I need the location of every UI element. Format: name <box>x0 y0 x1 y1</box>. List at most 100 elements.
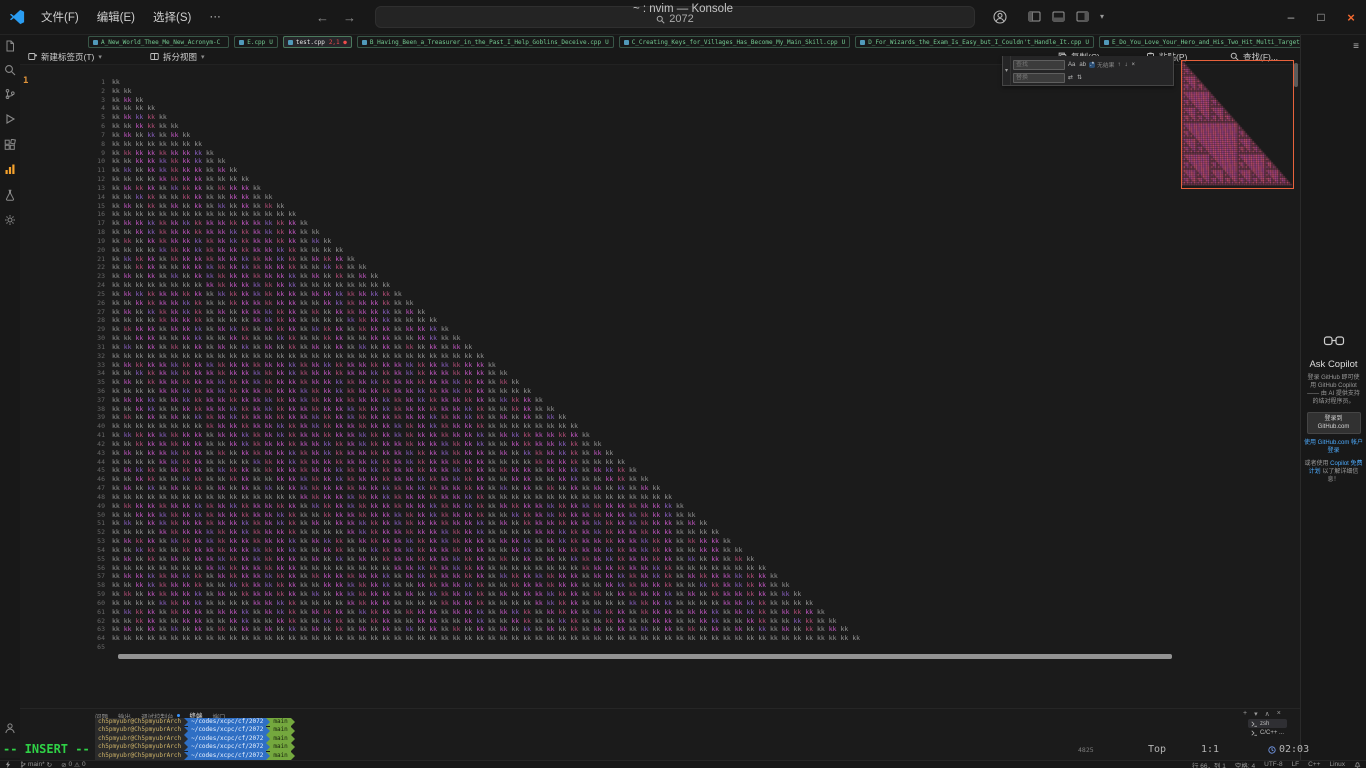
tab-file-d[interactable]: D_For_Wizards_the_Exam_Is_Easy_but_I_Cou… <box>855 36 1094 48</box>
replace-one-icon[interactable]: ⇄ <box>1067 74 1074 81</box>
find-toggle-replace-icon[interactable]: ▾ <box>1003 56 1011 85</box>
search-icon[interactable] <box>4 64 16 76</box>
replace-all-icon[interactable]: ⇅ <box>1076 74 1083 81</box>
vim-mode-indicator: -- INSERT -- <box>0 740 94 758</box>
editor-line: 45kk kk kk kk kk kk kk kk kk kk kk kk kk… <box>76 466 864 475</box>
tab-strip: A_New_World_Thee_Me_New_Acronym-C E.cppU… <box>20 35 1300 49</box>
hamburger-menu-icon[interactable]: ≡ <box>1353 41 1359 52</box>
extensions-icon[interactable] <box>4 139 16 151</box>
menu-more[interactable]: ··· <box>200 8 230 26</box>
leetcode-chart-icon[interactable] <box>4 163 16 175</box>
vim-meta: 4825 <box>1078 746 1094 754</box>
minimize-button[interactable]: – <box>1276 0 1306 34</box>
github-signin-link[interactable]: 使用 GitHub.com 帐户登录 <box>1301 434 1366 455</box>
editor-line: 43kk kk kk kk kk kk kk kk kk kk kk kk kk… <box>76 449 864 458</box>
explorer-icon[interactable] <box>4 40 16 52</box>
editor-line: 8kk kk kk kk kk kk kk kk <box>76 140 864 149</box>
settings-gear-icon[interactable] <box>4 214 16 226</box>
account-icon[interactable] <box>993 10 1007 24</box>
editor-line: 59kk kk kk kk kk kk kk kk kk kk kk kk kk… <box>76 590 864 599</box>
editor-line: 51kk kk kk kk kk kk kk kk kk kk kk kk kk… <box>76 519 864 528</box>
command-center[interactable]: 2072 <box>375 6 975 28</box>
terminal-list-item-cpp[interactable]: C/C++ ... <box>1248 728 1287 737</box>
regex-toggle[interactable]: .* <box>1089 62 1095 68</box>
sync-icon: ↻ <box>47 761 52 768</box>
whole-word-toggle[interactable]: ab <box>1078 62 1087 68</box>
indentation-indicator[interactable]: 空格: 4 <box>1235 760 1255 768</box>
tab-file-a[interactable]: A_New_World_Thee_Me_New_Acronym-C <box>88 36 229 48</box>
editor-line: 5kk kk kk kk kk <box>76 113 864 122</box>
editor-line: 18kk kk kk kk kk kk kk kk kk kk kk kk kk… <box>76 228 864 237</box>
vertical-scrollbar-thumb[interactable] <box>1294 63 1298 87</box>
panel-activity-dot <box>177 714 180 717</box>
back-icon[interactable]: ← <box>316 10 329 25</box>
editor-line: 33kk kk kk kk kk kk kk kk kk kk kk kk kk… <box>76 361 864 370</box>
menu-file[interactable]: 文件(F) <box>32 6 88 28</box>
editor-line: 17kk kk kk kk kk kk kk kk kk kk kk kk kk… <box>76 219 864 228</box>
close-panel-icon[interactable]: × <box>1277 710 1281 718</box>
minimap[interactable] <box>1181 60 1294 194</box>
run-debug-icon[interactable] <box>4 113 16 125</box>
notifications-bell-icon[interactable] <box>1354 761 1361 768</box>
find-close-icon[interactable]: × <box>1130 62 1136 68</box>
warning-icon: ⚠ <box>74 761 80 768</box>
screen: 文件(F) 编辑(E) 选择(S) ··· ← → 2072 ~ : nvim … <box>0 0 1366 768</box>
cpp-icon <box>239 40 244 45</box>
editor-line: 29kk kk kk kk kk kk kk kk kk kk kk kk kk… <box>76 325 864 334</box>
match-case-toggle[interactable]: Aa <box>1067 62 1076 68</box>
remote-indicator[interactable] <box>5 761 11 768</box>
editor-line: 52kk kk kk kk kk kk kk kk kk kk kk kk kk… <box>76 528 864 537</box>
tab-test-cpp[interactable]: test.cpp2,1 ● <box>283 36 352 48</box>
cpp-icon <box>1104 40 1109 45</box>
problems-indicator[interactable]: ⊘0 ⚠0 <box>61 761 86 768</box>
layout-controls: ▾ <box>1028 10 1104 23</box>
testing-icon[interactable] <box>4 189 16 201</box>
encoding-indicator[interactable]: UTF-8 <box>1264 761 1282 768</box>
terminal-list-item-zsh[interactable]: zsh <box>1248 719 1287 728</box>
branch-indicator[interactable]: main* ↻ <box>20 761 52 768</box>
github-signin-button[interactable]: 登录到 GitHub.com <box>1307 412 1361 434</box>
account-profile-icon[interactable] <box>4 722 16 734</box>
editor-line: 28kk kk kk kk kk kk kk kk kk kk kk kk kk… <box>76 316 864 325</box>
horizontal-scrollbar[interactable] <box>118 654 1172 659</box>
toggle-secondary-sidebar-icon[interactable] <box>1076 10 1089 23</box>
clock-icon <box>1268 746 1276 754</box>
toggle-panel-icon[interactable] <box>1052 10 1065 23</box>
terminal-prompt-row: ch5pmyubr@Ch5pmyubrArch~/codes/xcpc/cf/2… <box>95 735 295 743</box>
maximize-panel-icon[interactable]: ∧ <box>1265 710 1270 718</box>
forward-icon[interactable]: → <box>343 10 356 25</box>
maximize-button[interactable]: □ <box>1306 0 1336 34</box>
replace-input[interactable] <box>1013 73 1065 83</box>
copilot-icon <box>1323 335 1345 348</box>
source-control-icon[interactable] <box>4 88 16 100</box>
tab-file-b[interactable]: B_Having_Been_a_Treasurer_in_the_Past_I_… <box>357 36 614 48</box>
tab-file-c[interactable]: C_Creating_Keys_for_Villages_Has_Become_… <box>619 36 851 48</box>
find-input[interactable] <box>1013 60 1065 70</box>
cursor-position-indicator[interactable]: 行 66，列 1 <box>1192 760 1226 768</box>
editor-line: 65 <box>76 643 864 652</box>
close-button[interactable]: × <box>1336 0 1366 34</box>
menu-selection[interactable]: 选择(S) <box>144 6 200 28</box>
customize-layout-icon[interactable]: ▾ <box>1100 12 1104 21</box>
editor-line: 22kk kk kk kk kk kk kk kk kk kk kk kk kk… <box>76 263 864 272</box>
editor-line: 62kk kk kk kk kk kk kk kk kk kk kk kk kk… <box>76 617 864 626</box>
terminal-prompt-row: ch5pmyubr@Ch5pmyubrArch~/codes/xcpc/cf/2… <box>95 752 295 760</box>
terminal-dropdown-icon[interactable]: ▾ <box>1254 710 1258 718</box>
nav-arrows: ← → <box>316 0 356 34</box>
language-mode-indicator[interactable]: C++ <box>1308 761 1320 768</box>
find-previous-icon[interactable]: ↑ <box>1116 62 1121 68</box>
editor-lines[interactable]: 1kk 2kk kk 3kk kk kk 4kk kk kk kk 5kk kk… <box>76 78 864 652</box>
eol-indicator[interactable]: LF <box>1292 761 1300 768</box>
find-next-icon[interactable]: ↓ <box>1123 62 1128 68</box>
terminal-prompt-rows[interactable]: ch5pmyubr@Ch5pmyubrArch~/codes/xcpc/cf/2… <box>95 718 295 760</box>
menu-edit[interactable]: 编辑(E) <box>88 6 144 28</box>
new-tab-button[interactable]: 新建标签页(T)▾ <box>28 49 102 64</box>
new-terminal-icon[interactable]: + <box>1243 710 1247 718</box>
toggle-sidebar-icon[interactable] <box>1028 10 1041 23</box>
tab-file-e-short[interactable]: E.cppU <box>234 36 278 48</box>
editor-line: 57kk kk kk kk kk kk kk kk kk kk kk kk kk… <box>76 572 864 581</box>
editor-line: 23kk kk kk kk kk kk kk kk kk kk kk kk kk… <box>76 272 864 281</box>
tab-file-e-long[interactable]: E_Do_You_Love_Your_Hero_and_His_Two_Hit_… <box>1099 36 1300 48</box>
copilot-title: Ask Copilot <box>1301 359 1366 370</box>
split-view-button[interactable]: 拆分视图▾ <box>150 49 205 64</box>
